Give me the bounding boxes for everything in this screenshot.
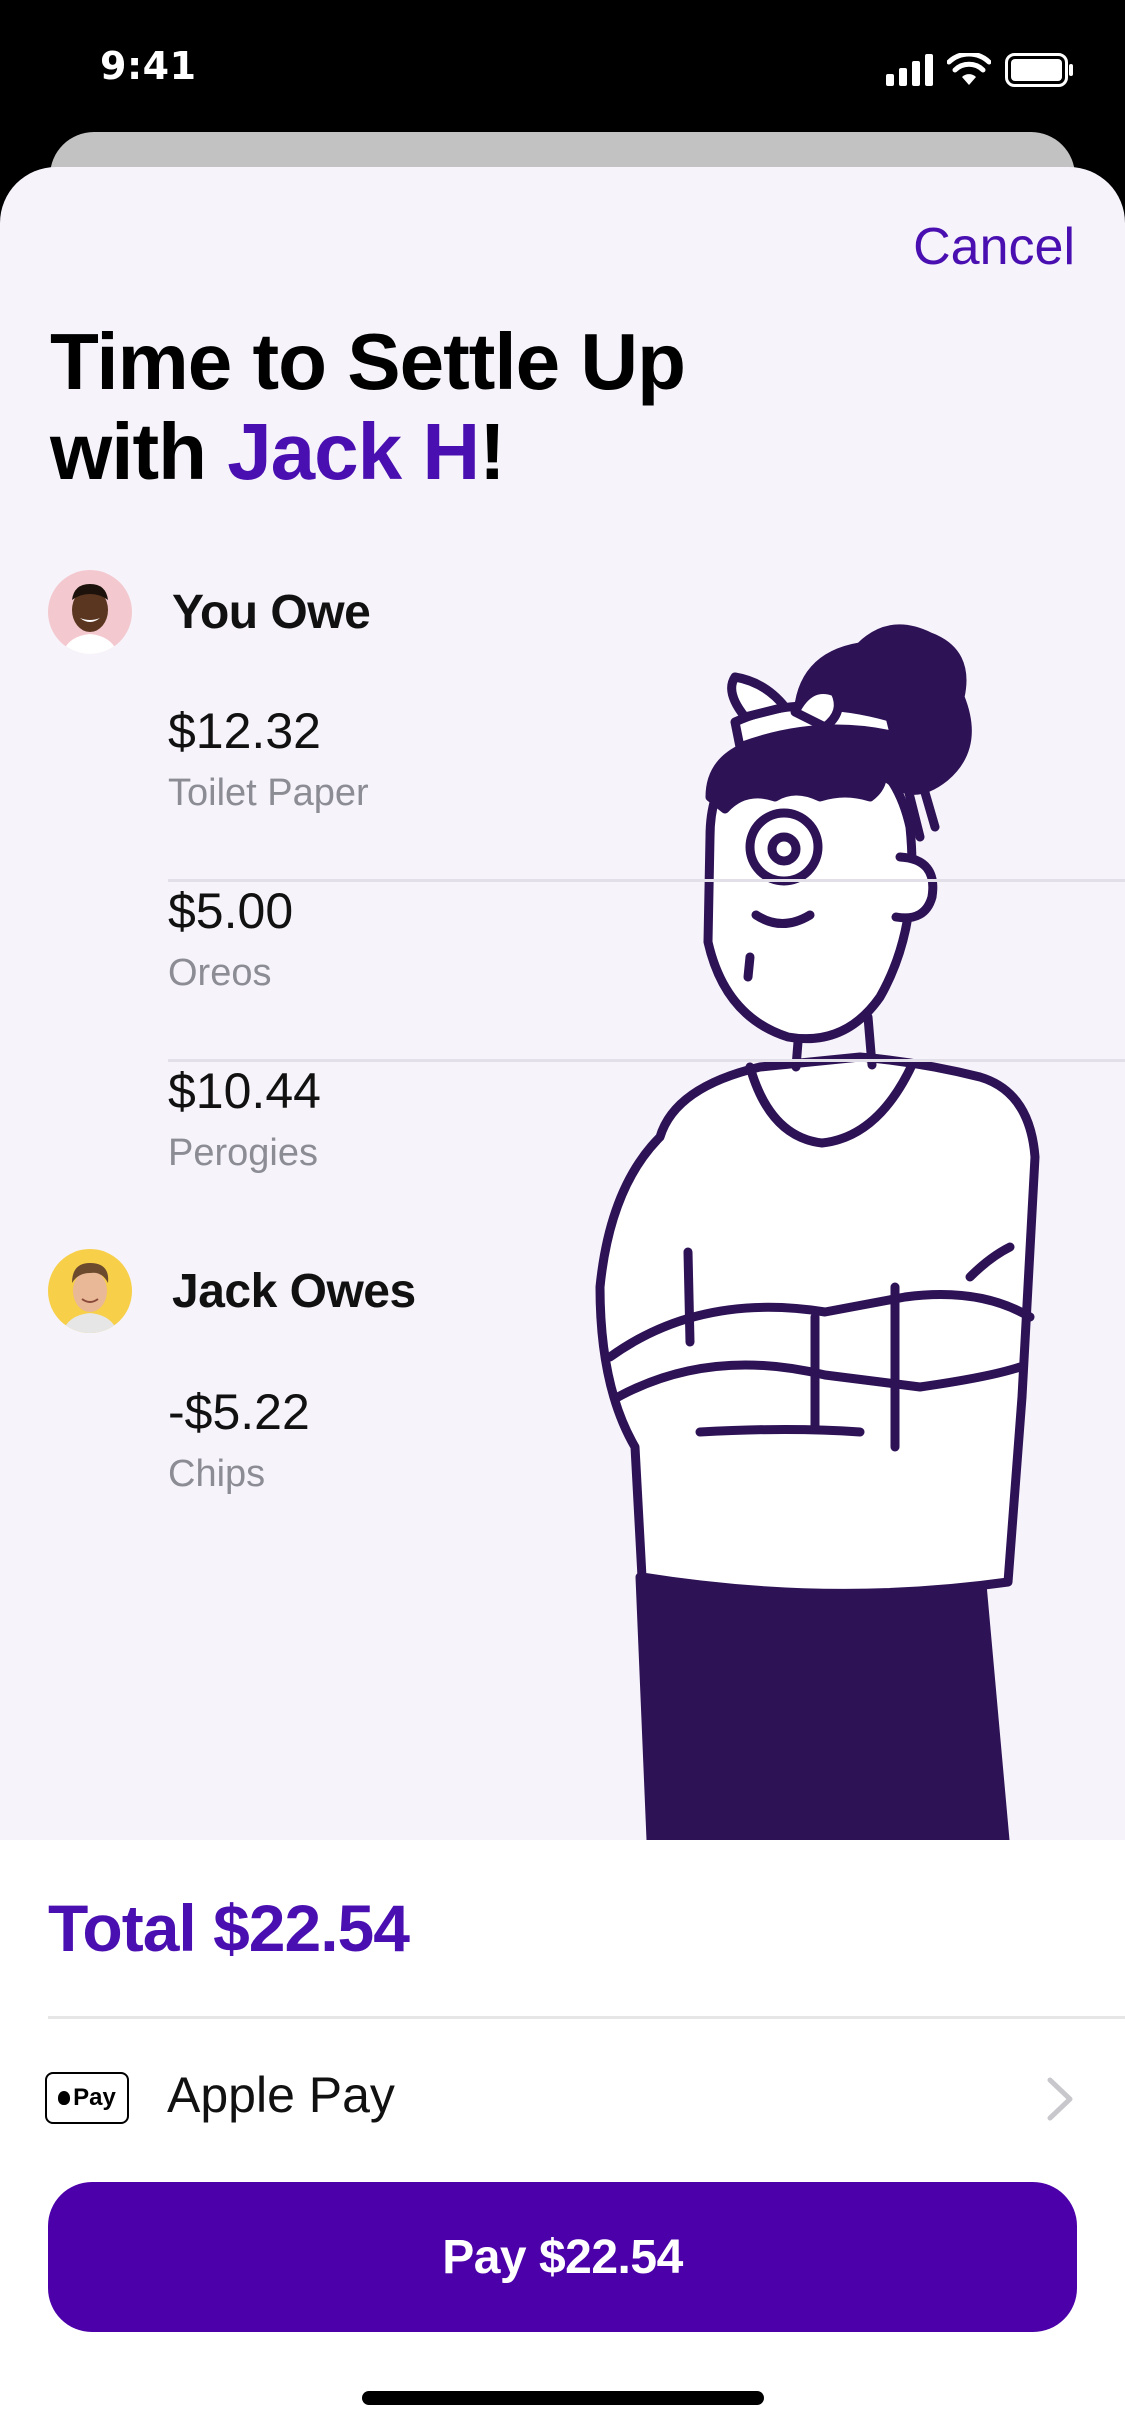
item-description: Chips xyxy=(168,1453,266,1495)
payment-panel: Total $22.54 Pay Apple Pay Pay $22.54 xyxy=(0,1840,1125,2436)
status-time: 9:41 xyxy=(100,44,197,88)
list-item[interactable]: $10.44 Perogies xyxy=(168,1062,1125,1242)
wifi-icon xyxy=(947,53,991,87)
title-line-1: Time to Settle Up xyxy=(50,317,686,406)
item-description: Oreos xyxy=(168,952,272,994)
apple-pay-icon: Pay xyxy=(45,2072,129,2124)
item-amount: $12.32 xyxy=(168,703,321,759)
title-prefix: with xyxy=(50,407,228,496)
list-item[interactable]: $12.32 Toilet Paper xyxy=(168,702,1125,882)
list-item[interactable]: $5.00 Oreos xyxy=(168,882,1125,1062)
page-title: Time to Settle Up with Jack H! xyxy=(50,317,686,497)
total-amount: Total $22.54 xyxy=(48,1891,410,1965)
panel-divider xyxy=(48,2016,1125,2019)
item-amount: -$5.22 xyxy=(168,1384,310,1440)
payment-method-selector[interactable]: Pay Apple Pay xyxy=(0,2020,1125,2170)
list-item[interactable]: -$5.22 Chips xyxy=(168,1383,1125,1563)
item-amount: $5.00 xyxy=(168,883,294,939)
cancel-button[interactable]: Cancel xyxy=(913,217,1075,277)
title-contact-name: Jack H xyxy=(227,407,480,496)
signal-icon xyxy=(886,54,933,86)
you-owe-label: You Owe xyxy=(172,585,371,639)
avatar-you xyxy=(48,570,132,654)
payment-method-label: Apple Pay xyxy=(167,2067,395,2123)
item-amount: $10.44 xyxy=(168,1063,321,1119)
jack-owes-label: Jack Owes xyxy=(172,1264,416,1318)
title-line-2: with Jack H! xyxy=(50,407,685,497)
item-description: Toilet Paper xyxy=(168,772,369,814)
status-icons xyxy=(886,50,1075,90)
you-owe-header: You Owe xyxy=(48,570,371,654)
jack-owes-header: Jack Owes xyxy=(48,1249,416,1333)
battery-icon xyxy=(1005,53,1075,87)
pay-button[interactable]: Pay $22.54 xyxy=(48,2182,1077,2332)
apple-logo-icon xyxy=(58,2091,71,2105)
avatar-jack xyxy=(48,1249,132,1333)
title-suffix: ! xyxy=(479,407,506,496)
apple-pay-badge-text: Pay xyxy=(73,2084,116,2111)
item-description: Perogies xyxy=(168,1132,318,1174)
chevron-right-icon xyxy=(1047,2077,1073,2121)
home-indicator[interactable] xyxy=(362,2391,764,2405)
status-bar: 9:41 xyxy=(0,0,1125,135)
